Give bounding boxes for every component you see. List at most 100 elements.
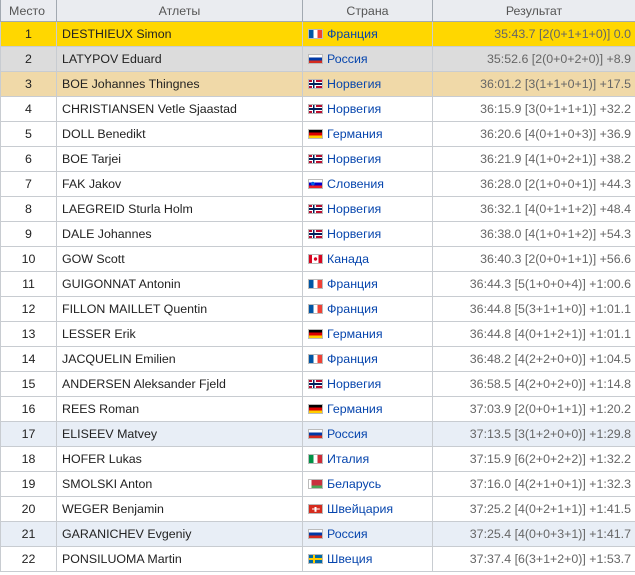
place-cell: 9: [0, 221, 57, 247]
country-link[interactable]: Германия: [327, 402, 383, 416]
place-cell: 2: [0, 46, 57, 72]
country-cell: Италия: [302, 446, 433, 472]
country-link[interactable]: Франция: [327, 277, 378, 291]
result-cell: 37:37.4 [6(3+1+2+0)] +1:53.7: [432, 546, 635, 572]
country-link[interactable]: Норвегия: [327, 77, 381, 91]
place-cell: 10: [0, 246, 57, 272]
table-row: 5 DOLL Benedikt Германия 36:20.6 [4(0+1+0+3…: [0, 121, 635, 147]
country-link[interactable]: Швеция: [327, 552, 372, 566]
flag-icon: [308, 379, 323, 389]
table-row: 19 SMOLSKI Anton Беларусь 37:16.0 [4(2+1+0+…: [0, 471, 635, 497]
table-row: 1 DESTHIEUX Simon Франция 35:43.7 [2(0+1+1+…: [0, 21, 635, 47]
result-cell: 36:40.3 [2(0+0+1+1)] +56.6: [432, 246, 635, 272]
results-body: 1 DESTHIEUX Simon Франция 35:43.7 [2(0+1+1+…: [0, 21, 635, 572]
country-link[interactable]: Беларусь: [327, 477, 381, 491]
place-cell: 6: [0, 146, 57, 172]
table-row: 10 GOW Scott Канада 36:40.3 [2(0+0+1+1)] +5…: [0, 246, 635, 272]
country-cell: Швейцария: [302, 496, 433, 522]
country-link[interactable]: Норвегия: [327, 227, 381, 241]
athlete-name: SMOLSKI Anton: [56, 471, 303, 497]
table-row: 11 GUIGONNAT Antonin Франция 36:44.3 [5(1+0…: [0, 271, 635, 297]
flag-icon: [308, 279, 323, 289]
flag-icon: [308, 154, 323, 164]
result-cell: 36:48.2 [4(2+2+0+0)] +1:04.5: [432, 346, 635, 372]
table-row: 14 JACQUELIN Emilien Франция 36:48.2 [4(2+2…: [0, 346, 635, 372]
athlete-name: DESTHIEUX Simon: [56, 21, 303, 47]
flag-icon: [308, 254, 323, 264]
country-link[interactable]: Италия: [327, 452, 369, 466]
table-row: 17 ELISEEV Matvey Россия 37:13.5 [3(1+2+0+0…: [0, 421, 635, 447]
flag-icon: [308, 554, 323, 564]
place-cell: 19: [0, 471, 57, 497]
country-link[interactable]: Россия: [327, 427, 368, 441]
athlete-name: PONSILUOMA Martin: [56, 546, 303, 572]
country-cell: Россия: [302, 421, 433, 447]
flag-icon: [308, 79, 323, 89]
country-link[interactable]: Германия: [327, 327, 383, 341]
athlete-name: HOFER Lukas: [56, 446, 303, 472]
header-athletes[interactable]: Атлеты: [56, 0, 303, 22]
table-row: 22 PONSILUOMA Martin Швеция 37:37.4 [6(3+1+…: [0, 546, 635, 572]
athlete-name: REES Roman: [56, 396, 303, 422]
place-cell: 5: [0, 121, 57, 147]
country-link[interactable]: Канада: [327, 252, 369, 266]
athlete-name: GARANICHEV Evgeniy: [56, 521, 303, 547]
result-cell: 36:01.2 [3(1+1+0+1)] +17.5: [432, 71, 635, 97]
country-link[interactable]: Франция: [327, 302, 378, 316]
table-row: 18 HOFER Lukas Италия 37:15.9 [6(2+0+2+2)] …: [0, 446, 635, 472]
country-link[interactable]: Норвегия: [327, 202, 381, 216]
athlete-name: GOW Scott: [56, 246, 303, 272]
country-link[interactable]: Норвегия: [327, 152, 381, 166]
result-cell: 37:16.0 [4(2+1+0+1)] +1:32.3: [432, 471, 635, 497]
result-cell: 35:43.7 [2(0+1+1+0)] 0.0: [432, 21, 635, 47]
result-cell: 36:21.9 [4(1+0+2+1)] +38.2: [432, 146, 635, 172]
table-row: 2 LATYPOV Eduard Россия 35:52.6 [2(0+0+2+0)…: [0, 46, 635, 72]
flag-icon: [308, 454, 323, 464]
place-cell: 8: [0, 196, 57, 222]
flag-icon: [308, 479, 323, 489]
athlete-name: BOE Tarjei: [56, 146, 303, 172]
country-cell: Германия: [302, 121, 433, 147]
country-cell: Швеция: [302, 546, 433, 572]
country-cell: Франция: [302, 296, 433, 322]
country-link[interactable]: Норвегия: [327, 377, 381, 391]
country-cell: Россия: [302, 46, 433, 72]
country-cell: Норвегия: [302, 96, 433, 122]
result-cell: 36:20.6 [4(0+1+0+3)] +36.9: [432, 121, 635, 147]
result-cell: 35:52.6 [2(0+0+2+0)] +8.9: [432, 46, 635, 72]
athlete-name: FAK Jakov: [56, 171, 303, 197]
result-cell: 36:44.8 [5(3+1+1+0)] +1:01.1: [432, 296, 635, 322]
country-cell: Норвегия: [302, 371, 433, 397]
flag-icon: [308, 29, 323, 39]
result-cell: 36:44.3 [5(1+0+0+4)] +1:00.6: [432, 271, 635, 297]
table-row: 13 LESSER Erik Германия 36:44.8 [4(0+1+2+1)…: [0, 321, 635, 347]
table-row: 3 BOE Johannes Thingnes Норвегия 36:01.2 [3…: [0, 71, 635, 97]
country-link[interactable]: Словения: [327, 177, 384, 191]
country-link[interactable]: Швейцария: [327, 502, 393, 516]
country-link[interactable]: Франция: [327, 352, 378, 366]
table-row: 20 WEGER Benjamin Швейцария 37:25.2 [4(0+2+…: [0, 496, 635, 522]
header-result[interactable]: Результат: [432, 0, 635, 22]
country-link[interactable]: Германия: [327, 127, 383, 141]
header-place[interactable]: Место: [0, 0, 57, 22]
result-cell: 36:58.5 [4(2+0+2+0)] +1:14.8: [432, 371, 635, 397]
table-row: 9 DALE Johannes Норвегия 36:38.0 [4(1+0+1+2…: [0, 221, 635, 247]
flag-icon: [308, 404, 323, 414]
place-cell: 14: [0, 346, 57, 372]
place-cell: 17: [0, 421, 57, 447]
table-row: 7 FAK Jakov Словения 36:28.0 [2(1+0+0+1)] +…: [0, 171, 635, 197]
place-cell: 1: [0, 21, 57, 47]
table-row: 6 BOE Tarjei Норвегия 36:21.9 [4(1+0+2+1)] …: [0, 146, 635, 172]
country-link[interactable]: Россия: [327, 527, 368, 541]
table-row: 8 LAEGREID Sturla Holm Норвегия 36:32.1 [4(…: [0, 196, 635, 222]
result-cell: 36:32.1 [4(0+1+1+2)] +48.4: [432, 196, 635, 222]
place-cell: 4: [0, 96, 57, 122]
country-cell: Россия: [302, 521, 433, 547]
country-link[interactable]: Норвегия: [327, 102, 381, 116]
place-cell: 22: [0, 546, 57, 572]
result-cell: 37:15.9 [6(2+0+2+2)] +1:32.2: [432, 446, 635, 472]
country-link[interactable]: Франция: [327, 27, 378, 41]
table-row: 15 ANDERSEN Aleksander Fjeld Норвегия 36:58…: [0, 371, 635, 397]
header-country[interactable]: Страна: [302, 0, 433, 22]
country-link[interactable]: Россия: [327, 52, 368, 66]
